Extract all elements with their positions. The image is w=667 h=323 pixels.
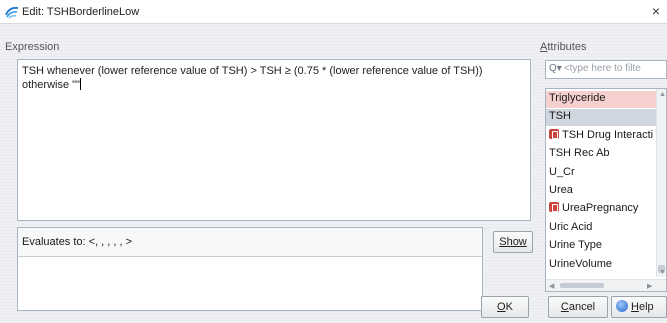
ok-button[interactable]: OK <box>481 296 529 318</box>
attribute-item-label: Urea <box>549 184 573 196</box>
expression-label: Expression <box>5 41 60 53</box>
attribute-list-item[interactable]: Urine Type <box>546 238 658 255</box>
attribute-list-item[interactable]: Urea <box>546 183 658 200</box>
attribute-item-label: U_Cr <box>549 165 575 178</box>
attribute-list-item[interactable]: UrineVolume <box>546 257 658 274</box>
attribute-search-input[interactable]: Q▾ <type here to filte <box>545 60 667 79</box>
attribute-item-label: Urine Type <box>549 239 602 252</box>
attribute-list[interactable]: Triglyceride TSH TSH Drug Interacti TSH Rec… <box>545 88 667 292</box>
cancel-button[interactable]: Cancel <box>548 296 608 318</box>
show-button-label: Show <box>499 236 527 248</box>
attribute-item-label: Uric Acid <box>549 220 593 233</box>
help-button[interactable]: Help <box>611 296 667 318</box>
attribute-list-horizontal-scrollbar[interactable]: ◀ ▶ <box>546 279 666 291</box>
attribute-list-item[interactable]: Uric Acid <box>546 220 658 237</box>
show-button[interactable]: Show <box>493 231 533 253</box>
search-placeholder: <type here to filte <box>563 63 641 74</box>
expression-text: TSH whenever (lower reference value of T… <box>22 65 483 91</box>
red-list-icon <box>549 128 559 139</box>
evaluation-panel: Evaluates to: <, , , , , > <box>17 227 483 311</box>
dialog-body: Expression Attributes TSH whenever (lowe… <box>0 24 667 323</box>
ok-button-accel: O <box>497 301 506 313</box>
cancel-button-accel: C <box>560 301 569 313</box>
window-title: Edit: TSHBorderlineLow <box>22 6 140 18</box>
search-icon: Q▾ <box>549 63 562 74</box>
attribute-list-vertical-scrollbar[interactable]: ▲ ▼ <box>656 89 666 277</box>
text-caret <box>79 78 81 90</box>
attribute-list-item[interactable]: TSH Drug Interacti <box>546 128 658 145</box>
attribute-item-label: TSH Rec Ab <box>549 147 610 160</box>
expression-editor[interactable]: TSH whenever (lower reference value of T… <box>17 59 531 221</box>
attribute-item-label: Triglyceride <box>549 92 606 104</box>
attributes-label: Attributes <box>540 41 586 53</box>
help-icon <box>616 300 628 312</box>
attributes-label-rest: ttributes <box>547 41 587 53</box>
attribute-item-label: TSH Drug Interacti <box>562 128 654 141</box>
red-list-icon <box>549 202 559 213</box>
scroll-up-icon[interactable]: ▲ <box>659 91 666 98</box>
app-logo-icon <box>5 6 19 19</box>
horizontal-scroll-thumb[interactable] <box>560 283 604 288</box>
attribute-list-item[interactable]: U_Cr <box>546 165 658 182</box>
attribute-item-label: TSH <box>549 110 571 123</box>
evaluation-result: Evaluates to: <, , , , , > <box>18 228 482 257</box>
attribute-list-item[interactable]: Triglyceride <box>546 91 658 108</box>
scroll-right-icon[interactable]: ▶ <box>647 282 652 290</box>
help-button-rest: elp <box>638 301 654 313</box>
scroll-left-icon[interactable]: ◀ <box>549 282 554 290</box>
attribute-item-label: UreaPregnancy <box>562 202 639 215</box>
attribute-list-item[interactable]: UreaPregnancy <box>546 201 658 218</box>
attribute-item-label: UrineVolume <box>549 257 612 270</box>
title-bar: Edit: TSHBorderlineLow × <box>0 0 667 24</box>
help-button-accel: H <box>631 301 639 313</box>
ok-button-rest: K <box>505 301 513 313</box>
cancel-button-rest: ancel <box>568 301 596 313</box>
close-icon[interactable]: × <box>649 3 663 19</box>
attribute-list-item[interactable]: TSH Rec Ab <box>546 146 658 163</box>
attribute-list-item[interactable]: TSH <box>546 109 658 127</box>
scroll-down-icon[interactable]: ▼ <box>659 269 666 276</box>
